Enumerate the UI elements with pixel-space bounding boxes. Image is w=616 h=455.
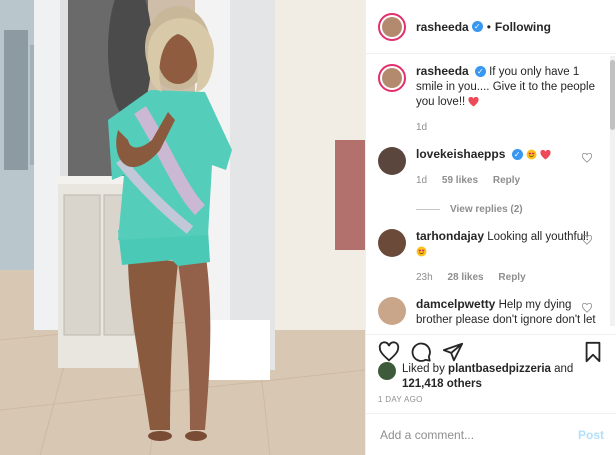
verified-icon: ✓	[474, 66, 486, 78]
post-actions	[366, 334, 616, 362]
caption-username[interactable]: rasheeda	[416, 64, 469, 78]
share-icon[interactable]	[442, 341, 464, 363]
author-username[interactable]: rasheeda	[416, 20, 469, 34]
view-replies-button[interactable]: View replies (2)	[450, 204, 523, 215]
verified-icon: ✓	[511, 149, 523, 161]
comment-likes[interactable]: 59 likes	[442, 175, 478, 186]
comment-avatar[interactable]	[378, 147, 406, 175]
like-comment-heart-icon[interactable]	[581, 152, 593, 163]
bookmark-icon[interactable]	[582, 341, 604, 363]
comment-avatar[interactable]	[378, 229, 406, 257]
header-separator: •	[486, 19, 491, 34]
replies-divider	[416, 208, 440, 210]
liker-avatar[interactable]	[378, 362, 396, 380]
comment-username[interactable]: tarhondajay	[416, 229, 484, 243]
likes-summary: Liked by plantbasedpizzeria and 121,418 …	[378, 362, 604, 392]
likes-others[interactable]: 121,418 others	[402, 378, 482, 390]
reply-button[interactable]: Reply	[498, 272, 525, 283]
post-timestamp[interactable]: 1 DAY AGO	[378, 395, 423, 404]
following-button[interactable]: Following	[495, 20, 551, 34]
comment-text: Looking all youthful!	[487, 231, 589, 243]
comment-likes[interactable]: 28 likes	[447, 272, 483, 283]
verified-icon: ✓	[471, 21, 483, 32]
heart-icon[interactable]	[378, 340, 400, 363]
liked-by-joiner: and	[554, 363, 574, 375]
comment-item: damcelpwetty Help my dying brother pleas…	[378, 297, 596, 328]
comment-item: lovekeishaepps ✓ 1d 59 likes Reply View …	[378, 147, 596, 217]
red-heart-icon	[468, 96, 480, 112]
add-comment-bar: Post	[366, 413, 616, 455]
smiling-heart-eyes-icon	[416, 246, 427, 262]
comments-scrollbar[interactable]	[610, 56, 615, 326]
caption: rasheeda ✓ If you only have 1 smile in y…	[378, 64, 596, 135]
post-photo[interactable]	[0, 0, 365, 455]
comment-username[interactable]: lovekeishaepps	[416, 147, 505, 161]
instagram-post-modal: rasheeda ✓ • Following rasheeda ✓ If you…	[0, 0, 616, 455]
like-comment-heart-icon[interactable]	[581, 234, 593, 245]
post-sidebar: rasheeda ✓ • Following rasheeda ✓ If you…	[365, 0, 616, 455]
comment-age[interactable]: 1d	[416, 175, 427, 186]
scrollbar-thumb[interactable]	[610, 60, 615, 130]
comment-icon[interactable]	[410, 341, 432, 363]
liked-by-prefix: Liked by	[402, 363, 445, 375]
post-header: rasheeda ✓ • Following	[366, 0, 616, 54]
author-avatar[interactable]	[378, 12, 406, 41]
red-heart-icon	[540, 149, 551, 165]
comment-item: tarhondajay Looking all youthful! 23h 28…	[378, 229, 596, 285]
liker-username[interactable]: plantbasedpizzeria	[448, 363, 551, 375]
caption-age[interactable]: 1d	[416, 122, 427, 133]
comment-age[interactable]: 23h	[416, 272, 433, 283]
reply-button[interactable]: Reply	[493, 175, 520, 186]
post-image	[0, 0, 365, 455]
caption-avatar[interactable]	[378, 64, 406, 92]
comment-username[interactable]: damcelpwetty	[416, 297, 495, 311]
comment-avatar[interactable]	[378, 297, 406, 325]
comment-input[interactable]	[378, 426, 578, 443]
comments-list[interactable]: rasheeda ✓ If you only have 1 smile in y…	[366, 54, 608, 328]
like-comment-heart-icon[interactable]	[581, 302, 593, 313]
smiling-heart-eyes-icon	[526, 149, 537, 165]
post-comment-button[interactable]: Post	[578, 428, 604, 442]
